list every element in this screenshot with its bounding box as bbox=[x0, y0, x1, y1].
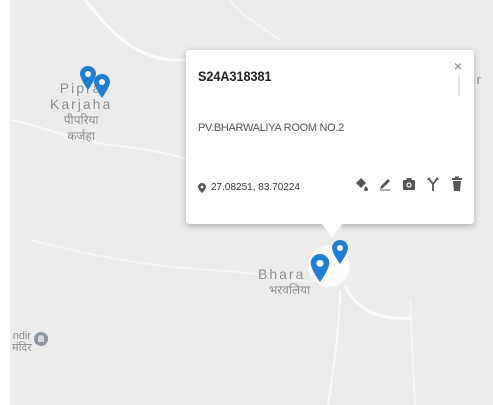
place-name-hindi: मंदिर bbox=[12, 342, 32, 354]
popup-scrollbar[interactable] bbox=[452, 76, 460, 96]
place-name-latin: ndir bbox=[12, 330, 32, 342]
camera-icon[interactable] bbox=[402, 176, 416, 192]
place-name-latin-2: Karjaha bbox=[50, 96, 113, 112]
place-name-hindi-2: कर्जहा bbox=[67, 129, 95, 143]
route-icon[interactable] bbox=[426, 176, 440, 192]
selected-map-pin-icon[interactable] bbox=[310, 254, 330, 282]
place-name-hindi: भरवलिया bbox=[268, 283, 311, 297]
popup-address: PV.BHARWALIYA ROOM NO.2 bbox=[198, 122, 344, 134]
fill-icon[interactable] bbox=[354, 176, 368, 192]
temple-icon[interactable] bbox=[34, 332, 48, 346]
coordinates-text: 27.08251, 83.70224 bbox=[211, 182, 300, 193]
delete-icon[interactable] bbox=[450, 176, 464, 192]
marker-info-popup: S24A318381 × PV.BHARWALIYA ROOM NO.2 27.… bbox=[186, 50, 474, 238]
popup-actions bbox=[354, 176, 464, 192]
place-label-mandir: ndir मंदिर bbox=[12, 330, 32, 354]
location-pin-icon bbox=[198, 182, 206, 193]
close-button[interactable]: × bbox=[454, 58, 462, 74]
map-canvas[interactable]: Pipra Karjaha पीपरिया कर्जहा Bhara a भरव… bbox=[10, 0, 493, 405]
map-pin-icon[interactable] bbox=[94, 74, 110, 98]
popup-coordinates: 27.08251, 83.70224 bbox=[198, 182, 300, 193]
popup-title: S24A318381 bbox=[198, 68, 272, 84]
edit-icon[interactable] bbox=[378, 176, 392, 192]
map-pin-icon[interactable] bbox=[332, 240, 348, 264]
place-name-hindi: पीपरिया bbox=[63, 113, 99, 127]
